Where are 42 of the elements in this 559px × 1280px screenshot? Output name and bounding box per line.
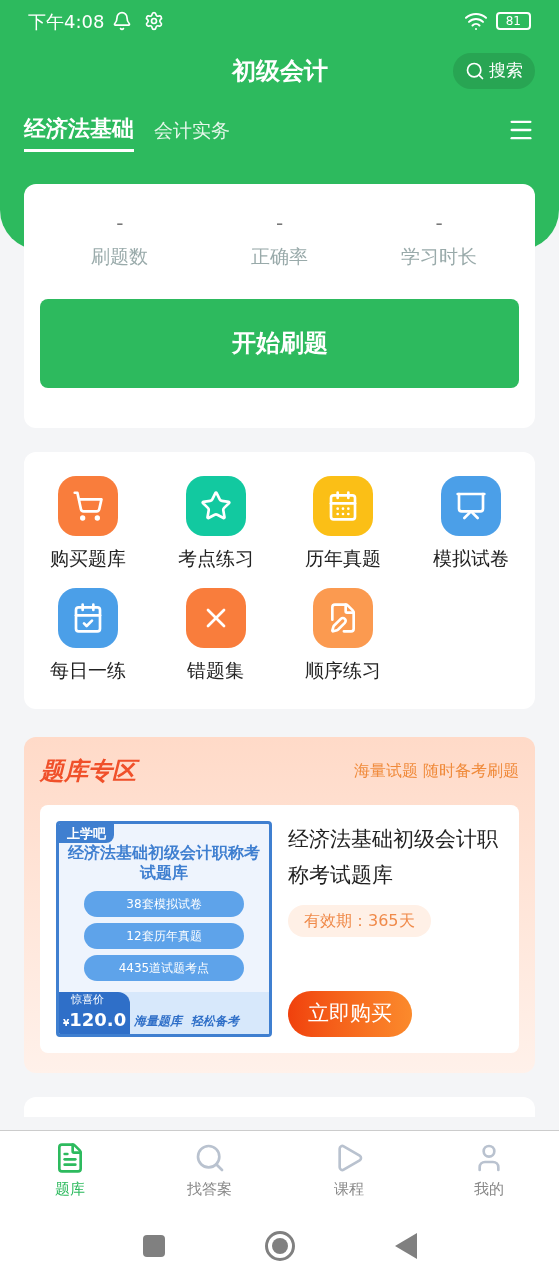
feature-item[interactable]: 错题集 [151,588,280,685]
start-button[interactable]: 开始刷题 [40,298,519,388]
page-title: 初级会计 [231,56,328,87]
promo-slogan: 海量试题 随时备考刷题 [353,759,519,782]
banner-title: 经济法基础初级会计职称考试题库 [67,843,261,883]
buy-button[interactable]: 立即购买 [288,990,412,1037]
brand-label: 上学吧 [59,823,114,843]
stat-value: - [435,210,443,237]
feature-item[interactable]: 历年真题 [279,475,408,572]
stat-label: 刷题数 [91,244,149,269]
stat-value: - [116,210,124,237]
cart-icon [71,489,104,522]
feature-item[interactable]: 每日一练 [24,588,152,685]
feature-item[interactable]: 顺序练习 [279,588,408,685]
search-icon [465,61,485,81]
search-button[interactable]: 搜索 [453,53,535,89]
back-icon[interactable] [394,1233,417,1259]
home-icon[interactable] [264,1231,295,1261]
stat-label: 学习时长 [401,244,478,269]
nav-tab[interactable]: 找答案 [139,1131,280,1212]
product-name: 经济法基础初级会计职称考试题库 [288,825,499,889]
battery-indicator: 81 [495,12,531,30]
nav-tab[interactable]: 我的 [419,1131,559,1212]
validity-tag: 有效期：365天 [288,904,431,937]
nav-tab[interactable]: 课程 [279,1131,420,1212]
recent-apps-icon[interactable] [142,1235,165,1257]
stat-value: - [275,210,284,237]
feature-item[interactable]: 考点练习 [151,475,280,572]
star-icon [199,489,232,522]
price-tag: 惊喜价 ¥120.0 [59,992,131,1034]
banner-point: 4435道试题考点 [84,955,244,981]
feature-item[interactable]: 模拟试卷 [407,475,535,572]
banner-point: 38套模拟试卷 [84,891,244,917]
settings-icon [144,11,165,31]
feature-item[interactable]: 购买题库 [24,475,152,572]
status-time: 下午4:08 [28,9,105,34]
stat-label: 正确率 [251,244,308,269]
banner-point: 12套历年真题 [84,923,244,949]
subject-tab[interactable]: 会计实务 [154,115,230,152]
nav-tab[interactable]: 题库 [0,1131,140,1212]
subject-tab[interactable]: 经济法基础 [24,112,134,152]
banner-tagline: 海量题库 轻松备考 [133,1012,241,1030]
